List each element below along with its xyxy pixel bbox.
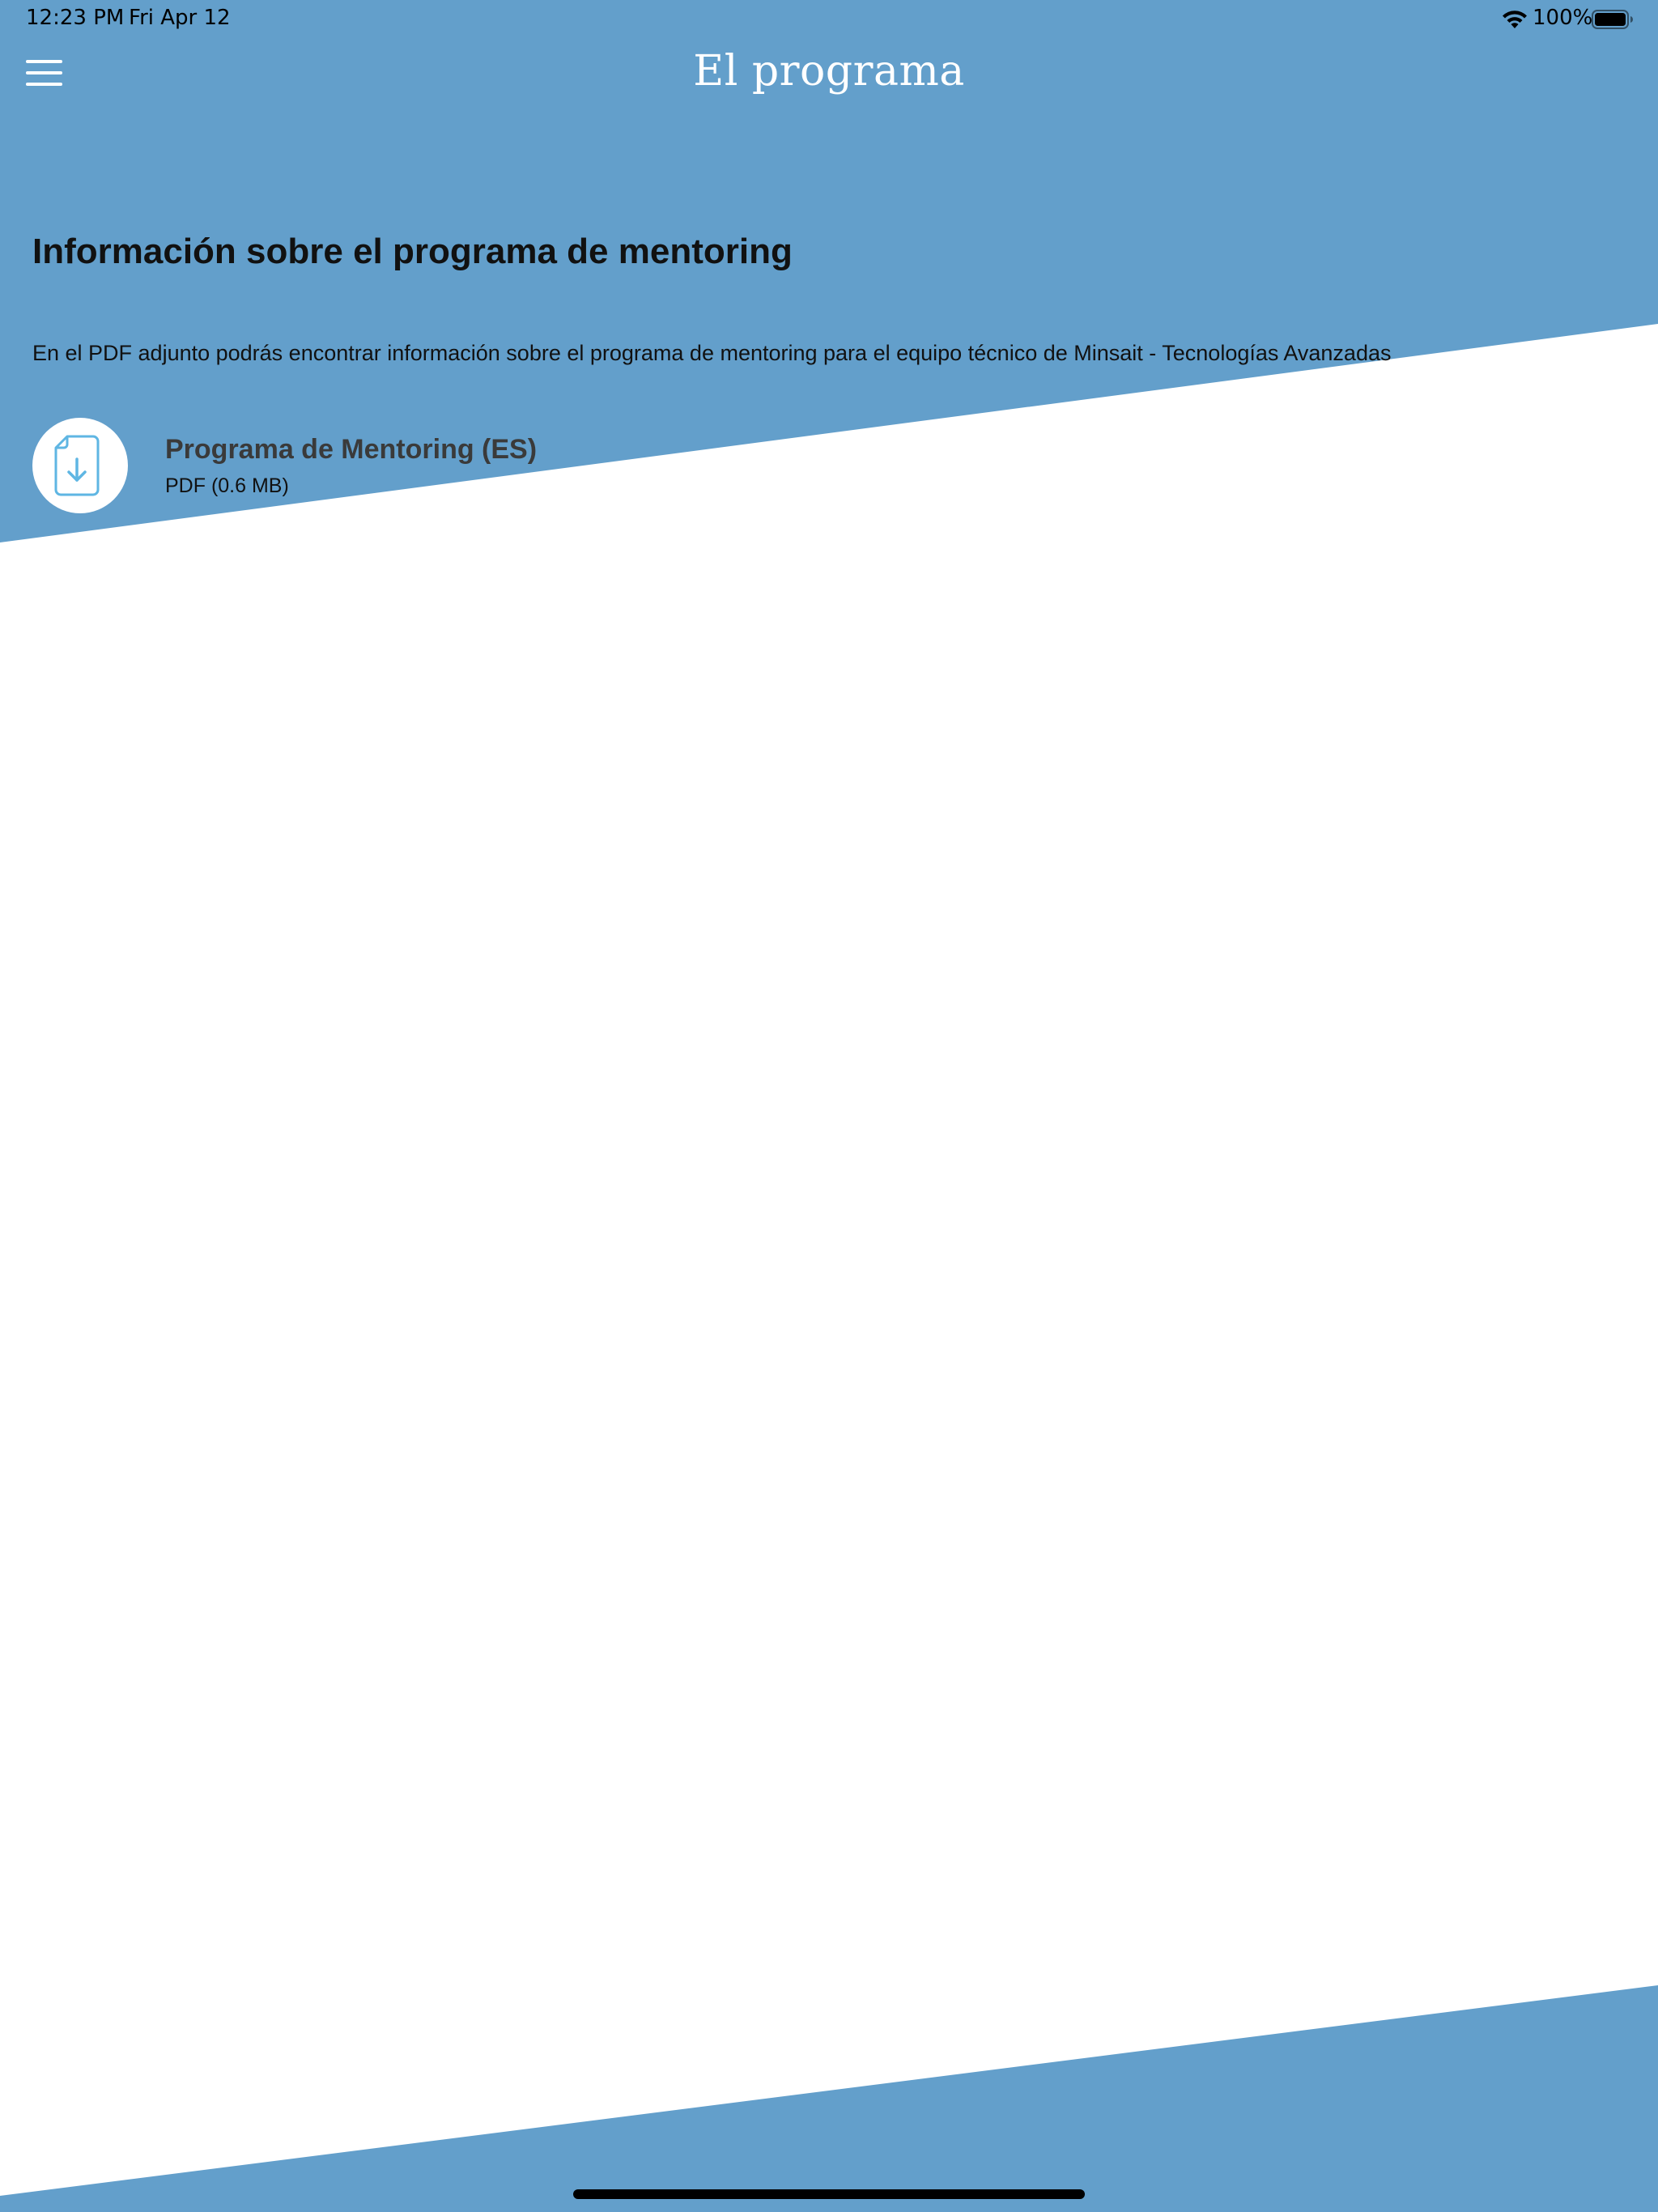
section-description: En el PDF adjunto podrás encontrar infor…: [32, 341, 1392, 365]
footer-diagonal-band: [0, 1985, 1658, 2212]
background-shapes: [0, 0, 1658, 2212]
file-download-item[interactable]: Programa de Mentoring (ES) PDF (0.6 MB): [32, 418, 648, 515]
file-meta: PDF (0.6 MB): [165, 474, 289, 497]
wifi-icon: [1503, 11, 1527, 28]
page-title: El programa: [693, 47, 965, 96]
status-bar: 12:23 PM Fri Apr 12 100%: [0, 0, 1658, 37]
home-indicator[interactable]: [573, 2189, 1085, 2199]
file-download-icon: [54, 435, 100, 496]
file-name[interactable]: Programa de Mentoring (ES): [165, 434, 537, 466]
file-icon-circle[interactable]: [32, 418, 128, 513]
section-heading: Información sobre el programa de mentori…: [32, 232, 793, 271]
status-time: 12:23 PM: [26, 6, 125, 30]
battery-percent: 100%: [1533, 6, 1593, 30]
status-date: Fri Apr 12: [129, 6, 231, 30]
battery-full-icon: [1592, 10, 1633, 29]
